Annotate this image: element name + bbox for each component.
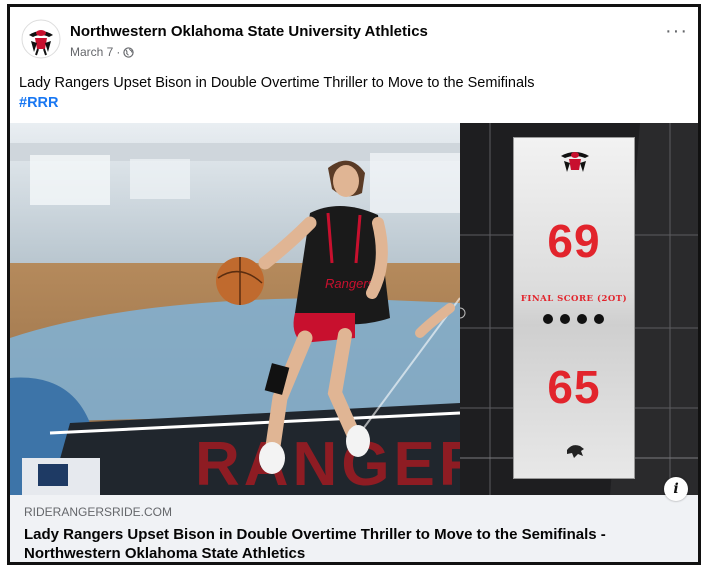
meta-separator: · <box>116 45 121 59</box>
overtime-dots <box>543 314 604 324</box>
final-score-label: FINAL SCORE (2OT) <box>520 294 628 304</box>
more-options-icon[interactable]: ··· <box>665 21 688 41</box>
post-header: Northwestern Oklahoma State University A… <box>10 7 698 69</box>
post-image[interactable]: RANGER Rangers 69 FINAL SCORE (2OT) 65 <box>10 123 698 495</box>
post-meta: March 7 · <box>70 45 135 59</box>
ranger-logo-icon <box>561 152 589 172</box>
hashtag-link[interactable]: #RRR <box>19 93 535 113</box>
basketball-scene: RANGER Rangers <box>10 123 460 495</box>
info-icon[interactable]: i <box>664 477 688 501</box>
overtime-dot <box>560 314 570 324</box>
overtime-dot <box>543 314 553 324</box>
overtime-dot <box>577 314 587 324</box>
bison-logo-icon <box>567 445 584 458</box>
facebook-post: Northwestern Oklahoma State University A… <box>7 4 701 565</box>
post-date[interactable]: March 7 <box>70 45 113 59</box>
link-title[interactable]: Lady Rangers Upset Bison in Double Overt… <box>24 525 684 562</box>
link-preview[interactable]: RIDERANGERSRIDE.COM Lady Rangers Upset B… <box>10 495 698 562</box>
post-text: Lady Rangers Upset Bison in Double Overt… <box>19 73 535 113</box>
final-score-panel: 69 FINAL SCORE (2OT) 65 <box>513 137 635 479</box>
page-avatar[interactable] <box>21 19 61 59</box>
court-lettering: RANGER <box>195 430 460 495</box>
globe-icon <box>123 46 135 58</box>
score-top: 69 <box>547 215 601 267</box>
player-photo: RANGER Rangers <box>10 123 460 495</box>
overtime-dot <box>594 314 604 324</box>
ranger-logo-icon <box>21 19 61 59</box>
jersey-text: Rangers <box>325 276 375 291</box>
post-message: Lady Rangers Upset Bison in Double Overt… <box>19 75 535 91</box>
link-domain: RIDERANGERSRIDE.COM <box>24 505 173 519</box>
page-name[interactable]: Northwestern Oklahoma State University A… <box>70 23 428 40</box>
score-bottom: 65 <box>547 361 601 413</box>
